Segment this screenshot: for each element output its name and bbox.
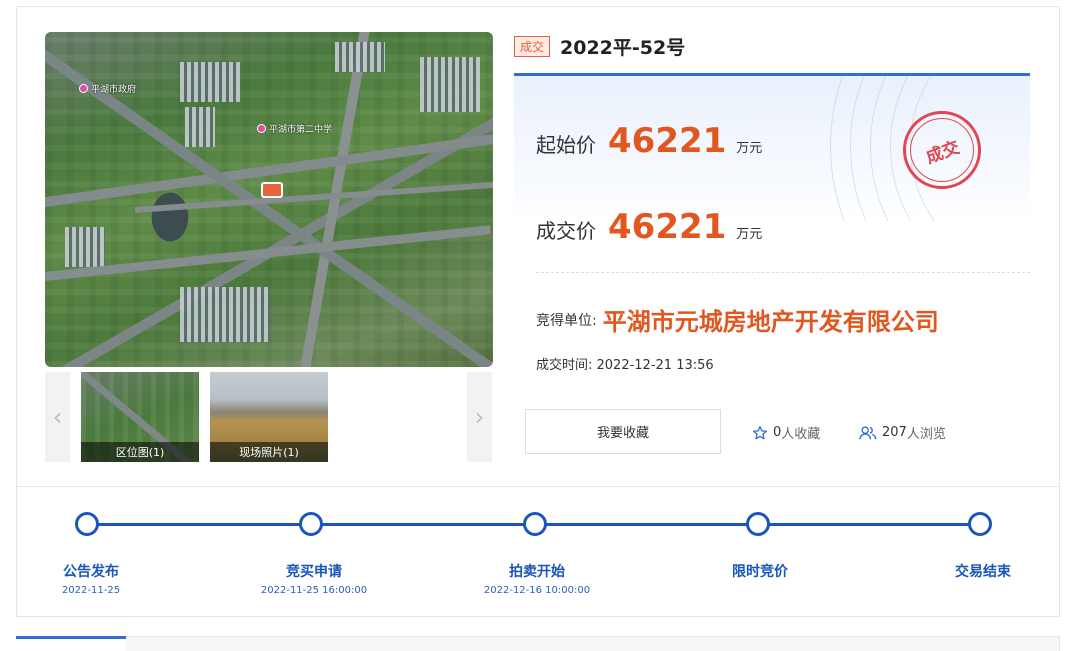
- building-block: [335, 42, 385, 72]
- timeline-step-closed: 交易结束: [893, 561, 1073, 585]
- poi-marker: [79, 84, 88, 93]
- tab-active[interactable]: [16, 636, 126, 651]
- timeline-step-timed-bidding: 限时竞价: [670, 561, 850, 585]
- building-block: [180, 62, 240, 102]
- building-block: [420, 57, 480, 112]
- timeline-step-announce: 公告发布 2022-11-25: [1, 561, 181, 596]
- timeline-step-apply: 竞买申请 2022-11-25 16:00:00: [224, 561, 404, 596]
- step-name: 限时竞价: [732, 564, 788, 580]
- views-suffix: 人浏览: [906, 427, 946, 442]
- deal-time: 成交时间: 2022-12-21 13:56: [536, 358, 714, 373]
- thumbnail-caption: 现场照片(1): [210, 442, 328, 462]
- step-date: 2022-11-25 16:00:00: [260, 585, 368, 596]
- winner-value: 平湖市元城房地产开发有限公司: [602, 308, 939, 336]
- map-label: 平湖市政府: [91, 85, 137, 95]
- decorative-arcs: [770, 76, 1030, 221]
- divider: [536, 272, 1030, 273]
- deal-price-row: 成交价 46221 万元: [536, 207, 762, 247]
- section-divider: [16, 486, 1060, 487]
- building-block: [185, 107, 215, 147]
- step-name: 公告发布: [63, 564, 119, 580]
- page-title: 2022平-52号: [560, 36, 686, 59]
- road: [45, 225, 492, 281]
- status-badge: 成交: [514, 35, 551, 57]
- views-count: 207 人浏览: [859, 423, 946, 442]
- step-name: 交易结束: [955, 564, 1011, 580]
- parcel-marker-icon[interactable]: [261, 182, 283, 198]
- winner-label: 竞得单位:: [536, 312, 597, 329]
- start-price-value: 46221: [608, 121, 727, 161]
- stamp-text: 成交: [923, 137, 963, 168]
- winner-row: 竞得单位: 平湖市元城房地产开发有限公司: [536, 302, 939, 337]
- price-unit: 万元: [736, 227, 763, 242]
- tab-bar: [16, 636, 1060, 651]
- map-label: 平湖市第二中学: [269, 125, 333, 135]
- deal-price-value: 46221: [608, 207, 727, 247]
- timeline-node: [523, 512, 547, 536]
- timeline-node: [75, 512, 99, 536]
- next-arrow-icon[interactable]: ›: [467, 372, 492, 462]
- poi-marker: [257, 124, 266, 133]
- timeline-step-auction-start: 拍卖开始 2022-12-16 10:00:00: [447, 561, 627, 596]
- deal-stamp-icon: 成交: [903, 111, 981, 189]
- prev-arrow-icon[interactable]: ‹: [45, 372, 70, 462]
- timeline-node: [746, 512, 770, 536]
- deal-price-label: 成交价: [536, 219, 596, 243]
- timeline-node: [299, 512, 323, 536]
- thumbnail-site-photo[interactable]: 现场照片(1): [210, 372, 328, 462]
- views-number: 207: [882, 425, 907, 440]
- thumbnail-location-map[interactable]: 区位图(1): [81, 372, 199, 462]
- start-price-label: 起始价: [536, 133, 596, 157]
- location-map[interactable]: 平湖市政府 平湖市第二中学: [45, 32, 493, 367]
- road: [134, 181, 493, 213]
- favorites-suffix: 人收藏: [781, 427, 821, 442]
- favorites-count[interactable]: 0 人收藏: [752, 423, 820, 442]
- step-name: 拍卖开始: [509, 564, 565, 580]
- title-row: 成交 2022平-52号: [514, 33, 685, 59]
- star-icon: [753, 425, 767, 439]
- building-block: [180, 287, 270, 342]
- thumbnail-strip: ‹ 区位图(1) 现场照片(1) ›: [45, 372, 493, 462]
- users-icon: [859, 425, 877, 439]
- building-block: [65, 227, 105, 267]
- timeline-node: [968, 512, 992, 536]
- step-date: 2022-12-16 10:00:00: [483, 585, 591, 596]
- step-name: 竞买申请: [286, 564, 342, 580]
- favorites-number: 0: [773, 425, 782, 440]
- start-price-row: 起始价 46221 万元: [536, 121, 762, 161]
- thumbnail-caption: 区位图(1): [81, 442, 199, 462]
- step-date: 2022-11-25: [61, 585, 121, 596]
- favorite-button[interactable]: 我要收藏: [525, 409, 721, 454]
- price-unit: 万元: [736, 141, 763, 156]
